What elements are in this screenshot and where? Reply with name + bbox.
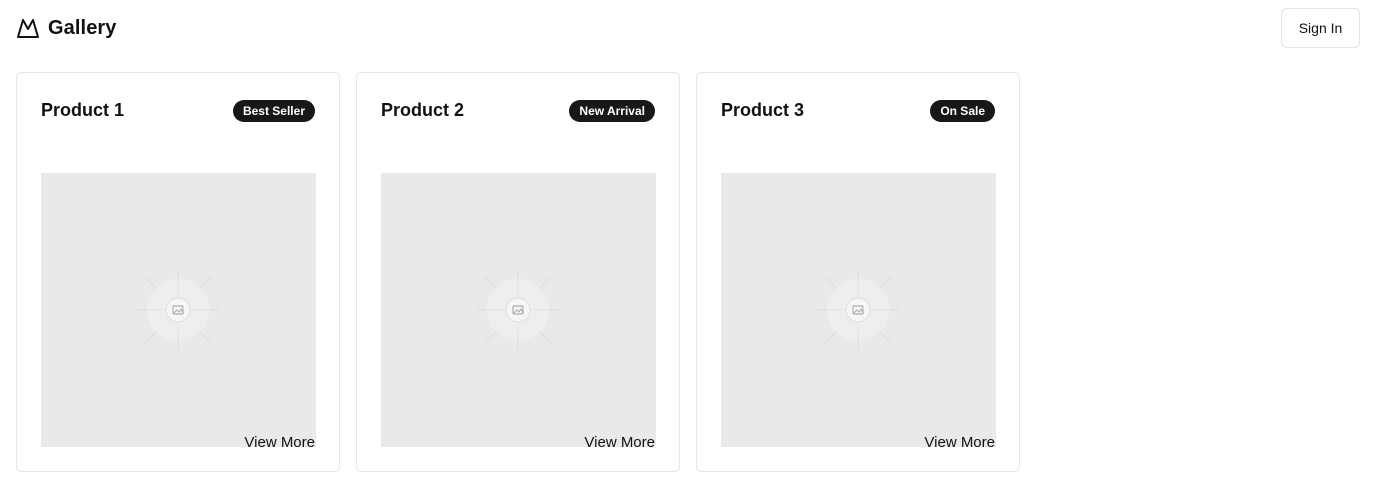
sign-in-button[interactable]: Sign In bbox=[1281, 8, 1360, 48]
view-more-link[interactable]: View More bbox=[584, 434, 655, 451]
product-image bbox=[381, 173, 656, 447]
product-badge: On Sale bbox=[930, 100, 995, 122]
brand[interactable]: Gallery bbox=[16, 14, 117, 42]
view-more-link[interactable]: View More bbox=[244, 434, 315, 451]
product-card: Product 2 New Arrival View More bbox=[356, 72, 680, 472]
product-card: Product 3 On Sale View More bbox=[696, 72, 1020, 472]
product-title: Product 1 bbox=[41, 100, 125, 120]
image-placeholder-icon bbox=[817, 269, 899, 351]
brand-title: Gallery bbox=[48, 16, 117, 39]
image-placeholder-icon bbox=[137, 269, 219, 351]
product-grid: Product 1 Best Seller View More Product … bbox=[16, 72, 1020, 472]
mountain-logo-icon bbox=[17, 19, 39, 38]
product-image bbox=[721, 173, 996, 447]
product-card: Product 1 Best Seller View More bbox=[16, 72, 340, 472]
product-image bbox=[41, 173, 316, 447]
product-title: Product 3 bbox=[721, 100, 805, 120]
top-bar: Gallery Sign In bbox=[0, 0, 1376, 56]
product-badge: New Arrival bbox=[569, 100, 655, 122]
product-title: Product 2 bbox=[381, 100, 465, 120]
view-more-link[interactable]: View More bbox=[924, 434, 995, 451]
image-placeholder-icon bbox=[477, 269, 559, 351]
product-badge: Best Seller bbox=[232, 100, 315, 122]
